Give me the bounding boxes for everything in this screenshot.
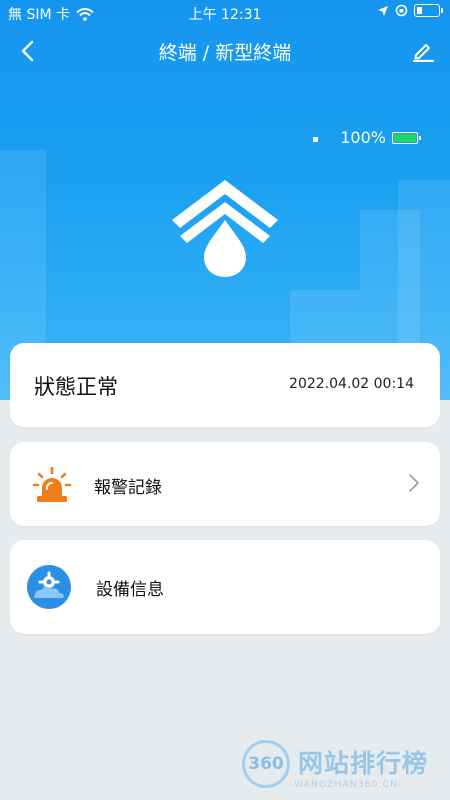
battery-icon xyxy=(414,4,443,17)
watermark-text: 网站排行榜 xyxy=(298,749,429,778)
pencil-icon xyxy=(412,44,434,62)
signal-dot-icon xyxy=(313,137,319,142)
header-background: 無 SIM 卡 上午 12:31 終端 / 新型終端 100% xyxy=(0,0,450,400)
site-watermark: 360 网站排行榜 -WANGZHAN360.CN- xyxy=(236,740,446,798)
status-bar: 無 SIM 卡 上午 12:31 xyxy=(0,0,450,24)
status-timestamp: 2022.04.02 00:14 xyxy=(289,376,414,392)
gear-cloud-icon xyxy=(27,565,71,609)
device-info-item[interactable]: 設備信息 xyxy=(10,540,440,634)
water-drop-chevron-logo xyxy=(172,180,278,277)
chevron-right-icon xyxy=(409,474,419,492)
orientation-lock-icon xyxy=(395,4,408,17)
alarm-records-label: 報警記錄 xyxy=(94,478,162,498)
edit-button[interactable] xyxy=(408,34,438,68)
battery-percentage: 100% xyxy=(340,128,386,147)
page-title: 終端 / 新型終端 xyxy=(158,42,292,64)
alarm-records-item[interactable]: 報警記錄 xyxy=(10,442,440,526)
device-battery-icon xyxy=(392,131,421,144)
watermark-badge: 360 xyxy=(242,740,290,788)
watermark-subtext: -WANGZHAN360.CN- xyxy=(290,780,403,790)
nav-bar: 終端 / 新型終端 xyxy=(0,24,450,78)
device-status: 狀態正常 xyxy=(34,375,118,399)
device-battery-indicator: 100% xyxy=(313,128,421,147)
alarm-siren-icon xyxy=(32,466,72,502)
location-arrow-icon xyxy=(378,5,388,16)
status-card: 狀態正常 2022.04.02 00:14 xyxy=(10,343,440,427)
device-info-label: 設備信息 xyxy=(96,580,164,600)
